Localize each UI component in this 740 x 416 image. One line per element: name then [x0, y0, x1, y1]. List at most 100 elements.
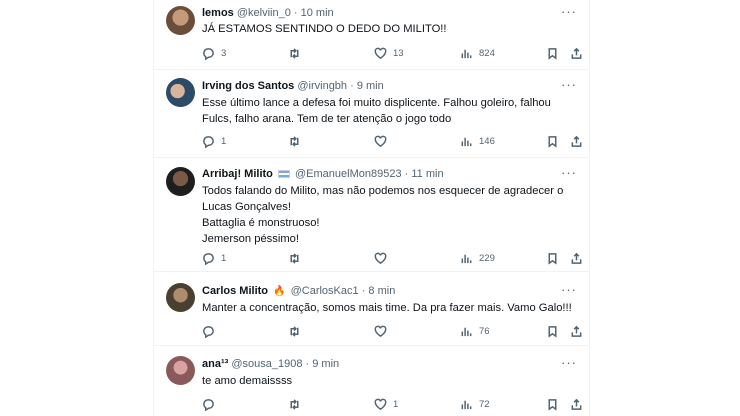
- retweet-button[interactable]: [288, 251, 307, 265]
- view-count: 146: [479, 135, 495, 147]
- like-button[interactable]: 13: [374, 46, 404, 60]
- tweet-time[interactable]: · 8 min: [362, 285, 396, 297]
- bookmark-button[interactable]: [546, 324, 559, 338]
- tweet-header: Irving dos Santos @irvingbh · 9 min: [202, 79, 384, 93]
- reply-icon: [203, 325, 214, 338]
- avatar[interactable]: [166, 167, 195, 196]
- views-button[interactable]: 229: [460, 251, 495, 265]
- tweet-time[interactable]: · 9 min: [350, 80, 384, 92]
- bookmark-button[interactable]: [546, 46, 559, 60]
- author-handle[interactable]: @irvingbh: [297, 80, 347, 92]
- reply-button[interactable]: 1: [202, 251, 226, 265]
- reply-count: 1: [221, 252, 227, 264]
- tweet-actions: 1 146: [202, 134, 582, 148]
- bookmark-button[interactable]: [546, 397, 559, 411]
- tweet[interactable]: lemos @kelviin_0 · 10 min ··· JÁ ESTAMOS…: [154, 0, 589, 70]
- retweet-button[interactable]: [288, 397, 307, 411]
- heart-icon: [374, 398, 387, 410]
- share-button[interactable]: [570, 324, 583, 338]
- retweet-button[interactable]: [288, 134, 307, 148]
- tweet-actions: 1 72: [202, 397, 582, 411]
- view-count: 229: [479, 252, 495, 264]
- share-button[interactable]: [570, 134, 583, 148]
- reply-icon: [203, 47, 214, 60]
- tweet-text: te amo demaissss: [202, 375, 293, 387]
- view-count: 824: [479, 47, 495, 59]
- heart-icon: [374, 47, 387, 59]
- retweet-button[interactable]: [288, 46, 307, 60]
- more-icon[interactable]: ···: [561, 355, 577, 370]
- share-icon: [571, 252, 582, 264]
- views-icon: [461, 327, 472, 336]
- tweet-header: Arribaj! Milito @EmanuelMon89523 · 11 mi…: [202, 167, 444, 181]
- more-icon[interactable]: ···: [561, 4, 577, 19]
- share-button[interactable]: [570, 397, 583, 411]
- more-icon[interactable]: ···: [561, 165, 577, 180]
- retweet-icon: [290, 398, 299, 410]
- tweet[interactable]: Arribaj! Milito @EmanuelMon89523 · 11 mi…: [154, 158, 589, 272]
- bookmark-icon: [548, 135, 557, 148]
- tweet-text: JÁ ESTAMOS SENTINDO O DEDO DO MILITO!!: [202, 23, 447, 35]
- avatar[interactable]: [166, 78, 195, 107]
- tweet-time[interactable]: · 10 min: [294, 7, 334, 19]
- view-count: 72: [479, 398, 490, 410]
- share-button[interactable]: [570, 251, 583, 265]
- like-button[interactable]: 1: [374, 397, 398, 411]
- views-button[interactable]: 72: [460, 397, 490, 411]
- tweet[interactable]: Irving dos Santos @irvingbh · 9 min ··· …: [154, 70, 589, 158]
- views-button[interactable]: 146: [460, 134, 495, 148]
- bookmark-button[interactable]: [546, 251, 559, 265]
- author-name[interactable]: ana¹³: [202, 358, 228, 370]
- torch-icon: 🔥: [273, 286, 286, 297]
- author-handle[interactable]: @sousa_1908: [231, 358, 302, 370]
- reply-button[interactable]: [202, 397, 221, 411]
- author-name[interactable]: Carlos Milito: [202, 285, 268, 297]
- views-icon: [461, 400, 472, 409]
- avatar[interactable]: [166, 356, 195, 385]
- share-icon: [571, 325, 582, 337]
- bookmark-button[interactable]: [546, 134, 559, 148]
- like-count: 1: [393, 398, 399, 410]
- reply-button[interactable]: 1: [202, 134, 226, 148]
- tweet-text: Todos falando do Milito, mas não podemos…: [202, 185, 564, 245]
- like-count: 13: [393, 47, 404, 59]
- reply-button[interactable]: 3: [202, 46, 226, 60]
- tweet-header: Carlos Milito 🔥 @CarlosKac1 · 8 min: [202, 284, 395, 299]
- author-name[interactable]: Irving dos Santos: [202, 80, 294, 92]
- retweet-icon: [290, 325, 299, 337]
- tweet-text: Esse último lance a defesa foi muito dis…: [202, 97, 551, 125]
- heart-icon: [374, 252, 387, 264]
- tweet[interactable]: Carlos Milito 🔥 @CarlosKac1 · 8 min ··· …: [154, 272, 589, 346]
- share-button[interactable]: [570, 46, 583, 60]
- author-handle[interactable]: @CarlosKac1: [291, 285, 359, 297]
- bookmark-icon: [548, 325, 557, 338]
- argentina-flag-icon: [277, 170, 290, 178]
- views-button[interactable]: 824: [460, 46, 495, 60]
- reply-button[interactable]: [202, 324, 221, 338]
- tweet-text: Manter a concentração, somos mais time. …: [202, 302, 572, 314]
- tweet[interactable]: ana¹³ @sousa_1908 · 9 min ··· te amo dem…: [154, 346, 589, 416]
- reply-count: 1: [221, 135, 227, 147]
- share-icon: [571, 135, 582, 147]
- views-button[interactable]: 76: [460, 324, 490, 338]
- avatar[interactable]: [166, 6, 195, 35]
- like-button[interactable]: [374, 251, 393, 265]
- like-button[interactable]: [374, 134, 393, 148]
- bookmark-icon: [548, 398, 557, 411]
- bookmark-icon: [548, 252, 557, 265]
- views-icon: [461, 254, 472, 263]
- view-count: 76: [479, 325, 490, 337]
- more-icon[interactable]: ···: [561, 77, 577, 92]
- tweet-time[interactable]: · 9 min: [306, 358, 340, 370]
- like-button[interactable]: [374, 324, 393, 338]
- retweet-button[interactable]: [288, 324, 307, 338]
- avatar[interactable]: [166, 283, 195, 312]
- tweet-time[interactable]: · 11 min: [405, 168, 444, 180]
- tweet-actions: 3 13 824: [202, 46, 582, 60]
- author-name[interactable]: Arribaj! Milito: [202, 168, 273, 180]
- author-handle[interactable]: @EmanuelMon89523: [295, 168, 402, 180]
- bookmark-icon: [548, 47, 557, 60]
- more-icon[interactable]: ···: [561, 282, 577, 297]
- author-handle[interactable]: @kelviin_0: [237, 7, 291, 19]
- author-name[interactable]: lemos: [202, 7, 234, 19]
